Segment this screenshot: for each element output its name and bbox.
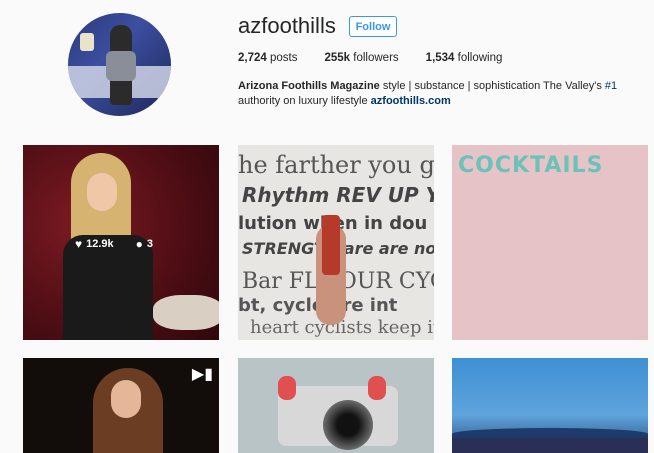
- bio-text-2: authority on luxury lifestyle: [238, 95, 371, 107]
- followers-stat[interactable]: 255k followers: [324, 52, 398, 64]
- post-5-lens: [323, 400, 373, 450]
- post-3-sign: COCKTAILS: [458, 153, 604, 178]
- post-1-face: [87, 173, 117, 211]
- username: azfoothills: [238, 13, 336, 38]
- followers-label: followers: [353, 52, 399, 64]
- heart-icon: ♥: [75, 237, 83, 251]
- profile-bio: Arizona Foothills Magazine style | subst…: [238, 79, 638, 109]
- post-2-text-line: he farther you g: [238, 151, 434, 179]
- post-5-finger: [278, 376, 296, 400]
- posts-label: posts: [269, 52, 298, 64]
- post-5-finger: [368, 376, 386, 400]
- post-2-glass: [322, 215, 340, 275]
- video-camera-icon: ▶▮: [191, 366, 213, 383]
- avatar-dress: [106, 51, 136, 81]
- post-1-table: [153, 295, 219, 330]
- post-tile-2[interactable]: he farther you g Rhythm REV UP YOU lutio…: [238, 145, 434, 340]
- post-tile-4[interactable]: ▶▮: [23, 358, 219, 453]
- bio-name: Arizona Foothills Magazine: [238, 80, 380, 92]
- bio-hashtag[interactable]: #1: [605, 80, 617, 92]
- post-2-text-line: Rhythm REV UP YOU: [242, 183, 434, 207]
- post-tile-1[interactable]: ♥ 12.9k ● 3: [23, 145, 219, 340]
- profile-avatar[interactable]: [68, 13, 171, 116]
- post-1-hover-overlay: ♥ 12.9k ● 3: [75, 237, 153, 251]
- post-1-comments: 3: [146, 238, 154, 250]
- following-label: following: [457, 52, 503, 64]
- followers-count: 255k: [324, 52, 351, 64]
- posts-count: 2,724: [238, 52, 267, 64]
- comment-icon: ●: [135, 237, 143, 251]
- follow-button[interactable]: Follow: [349, 16, 397, 37]
- following-count: 1,534: [425, 52, 455, 64]
- post-tile-6[interactable]: [452, 358, 648, 453]
- posts-stat[interactable]: 2,724 posts: [238, 52, 297, 64]
- bio-link[interactable]: azfoothills.com: [371, 95, 451, 107]
- post-1-likes: 12.9k: [86, 238, 114, 250]
- post-6-city: [452, 438, 648, 453]
- profile-stats: 2,724 posts 255k followers 1,534 followi…: [238, 52, 529, 64]
- post-4-face: [111, 380, 141, 418]
- post-tile-5[interactable]: [238, 358, 434, 453]
- following-stat[interactable]: 1,534 following: [426, 52, 503, 64]
- bio-text-1: style | substance | sophistication The V…: [379, 80, 605, 92]
- post-tile-3[interactable]: COCKTAILS: [452, 145, 648, 340]
- avatar-lamp: [80, 33, 94, 51]
